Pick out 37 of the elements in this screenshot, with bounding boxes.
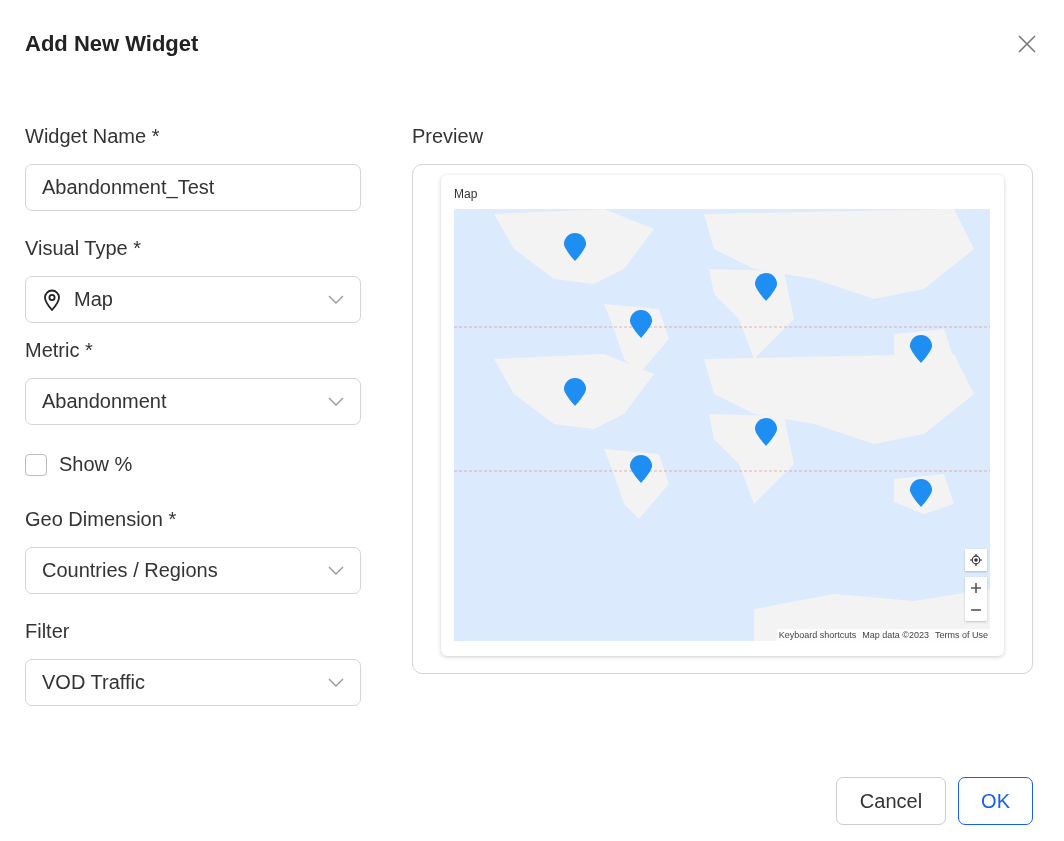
checkbox[interactable] xyxy=(25,453,47,476)
text-field[interactable]: Abandonment_Test xyxy=(25,164,361,211)
chevron-down-icon xyxy=(328,396,344,407)
map-pin-icon[interactable] xyxy=(910,479,932,507)
map-attribution[interactable]: Keyboard shortcuts xyxy=(778,630,857,640)
map-pin-icon[interactable] xyxy=(564,233,586,261)
select-field[interactable]: Abandonment xyxy=(25,378,361,425)
location-pin-icon xyxy=(42,288,62,311)
checkbox-label: Show % xyxy=(59,453,133,476)
dialog-title: Add New Widget xyxy=(25,31,199,57)
map-attribution[interactable]: Terms of Use xyxy=(935,630,988,640)
map-pin-icon[interactable] xyxy=(755,273,777,301)
locate-icon[interactable] xyxy=(965,549,987,571)
field-label: Filter xyxy=(25,619,71,644)
field-label: Visual Type * xyxy=(25,236,142,261)
map-pin-icon[interactable] xyxy=(755,418,777,446)
map-pin-icon[interactable] xyxy=(910,335,932,363)
zoom-in-icon[interactable] xyxy=(965,577,987,599)
preview-label: Preview xyxy=(412,124,485,149)
select-field[interactable]: Map xyxy=(25,276,361,323)
chevron-down-icon xyxy=(328,677,344,688)
field-label: Metric * xyxy=(25,338,94,363)
map-pin-icon[interactable] xyxy=(564,378,586,406)
select-field[interactable]: VOD Traffic xyxy=(25,659,361,706)
map-pin-icon[interactable] xyxy=(630,455,652,483)
map-attribution[interactable]: Map data ©2023 xyxy=(862,630,929,640)
ok-button[interactable]: OK xyxy=(958,777,1033,825)
field-label: Geo Dimension * xyxy=(25,507,178,532)
chevron-down-icon xyxy=(328,565,344,576)
zoom-out-icon[interactable] xyxy=(965,599,987,621)
cancel-button[interactable]: Cancel xyxy=(835,777,947,825)
chevron-down-icon xyxy=(328,294,344,305)
card-title: Map xyxy=(454,187,479,201)
field-label: Widget Name * xyxy=(25,124,161,149)
close-icon[interactable] xyxy=(1017,34,1037,54)
select-field[interactable]: Countries / Regions xyxy=(25,547,361,594)
map-pin-icon[interactable] xyxy=(630,310,652,338)
